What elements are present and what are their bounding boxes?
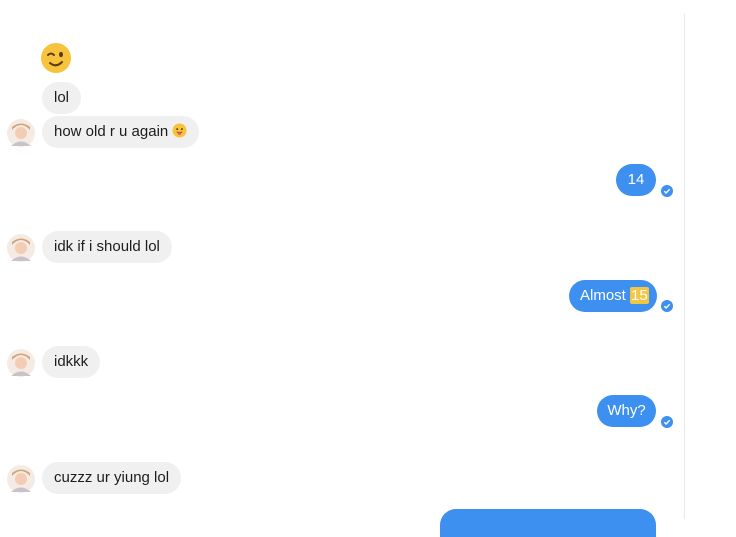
message-text: idk if i should lol bbox=[54, 238, 160, 255]
read-check-icon bbox=[661, 416, 673, 428]
message-bubble-outgoing[interactable]: 14 bbox=[616, 164, 656, 196]
message-bubble-outgoing-partial[interactable] bbox=[440, 509, 656, 537]
chat-thread: lol how old r u again 14 idk if i should… bbox=[0, 0, 736, 537]
highlighted-text: 15 bbox=[630, 287, 649, 304]
read-check-icon bbox=[661, 185, 673, 197]
message-bubble-incoming[interactable]: idk if i should lol bbox=[42, 231, 172, 263]
tongue-out-emoji-icon bbox=[172, 123, 187, 138]
message-bubble-incoming[interactable]: how old r u again bbox=[42, 116, 200, 148]
message-text: idkkk bbox=[54, 353, 89, 370]
message-bubble-incoming[interactable]: cuzzz ur yiung lol bbox=[42, 462, 182, 494]
avatar[interactable] bbox=[6, 464, 36, 494]
wink-emoji-icon bbox=[41, 43, 71, 73]
message-text: Almost bbox=[580, 287, 631, 304]
message-text: cuzzz ur yiung lol bbox=[54, 469, 170, 486]
message-text: Why? bbox=[607, 402, 646, 419]
panel-divider bbox=[684, 14, 685, 519]
message-text: 14 bbox=[627, 171, 645, 188]
message-bubble-outgoing[interactable]: Almost 15 bbox=[569, 280, 657, 312]
message-bubble-outgoing[interactable]: Why? bbox=[597, 395, 656, 427]
avatar[interactable] bbox=[6, 233, 36, 263]
avatar[interactable] bbox=[6, 118, 36, 148]
message-bubble-incoming[interactable]: lol bbox=[42, 82, 82, 114]
avatar[interactable] bbox=[6, 348, 36, 378]
message-text: lol bbox=[54, 89, 70, 106]
read-check-icon bbox=[661, 300, 673, 312]
message-bubble-incoming[interactable]: idkkk bbox=[42, 346, 101, 378]
message-text: how old r u again bbox=[54, 123, 169, 140]
